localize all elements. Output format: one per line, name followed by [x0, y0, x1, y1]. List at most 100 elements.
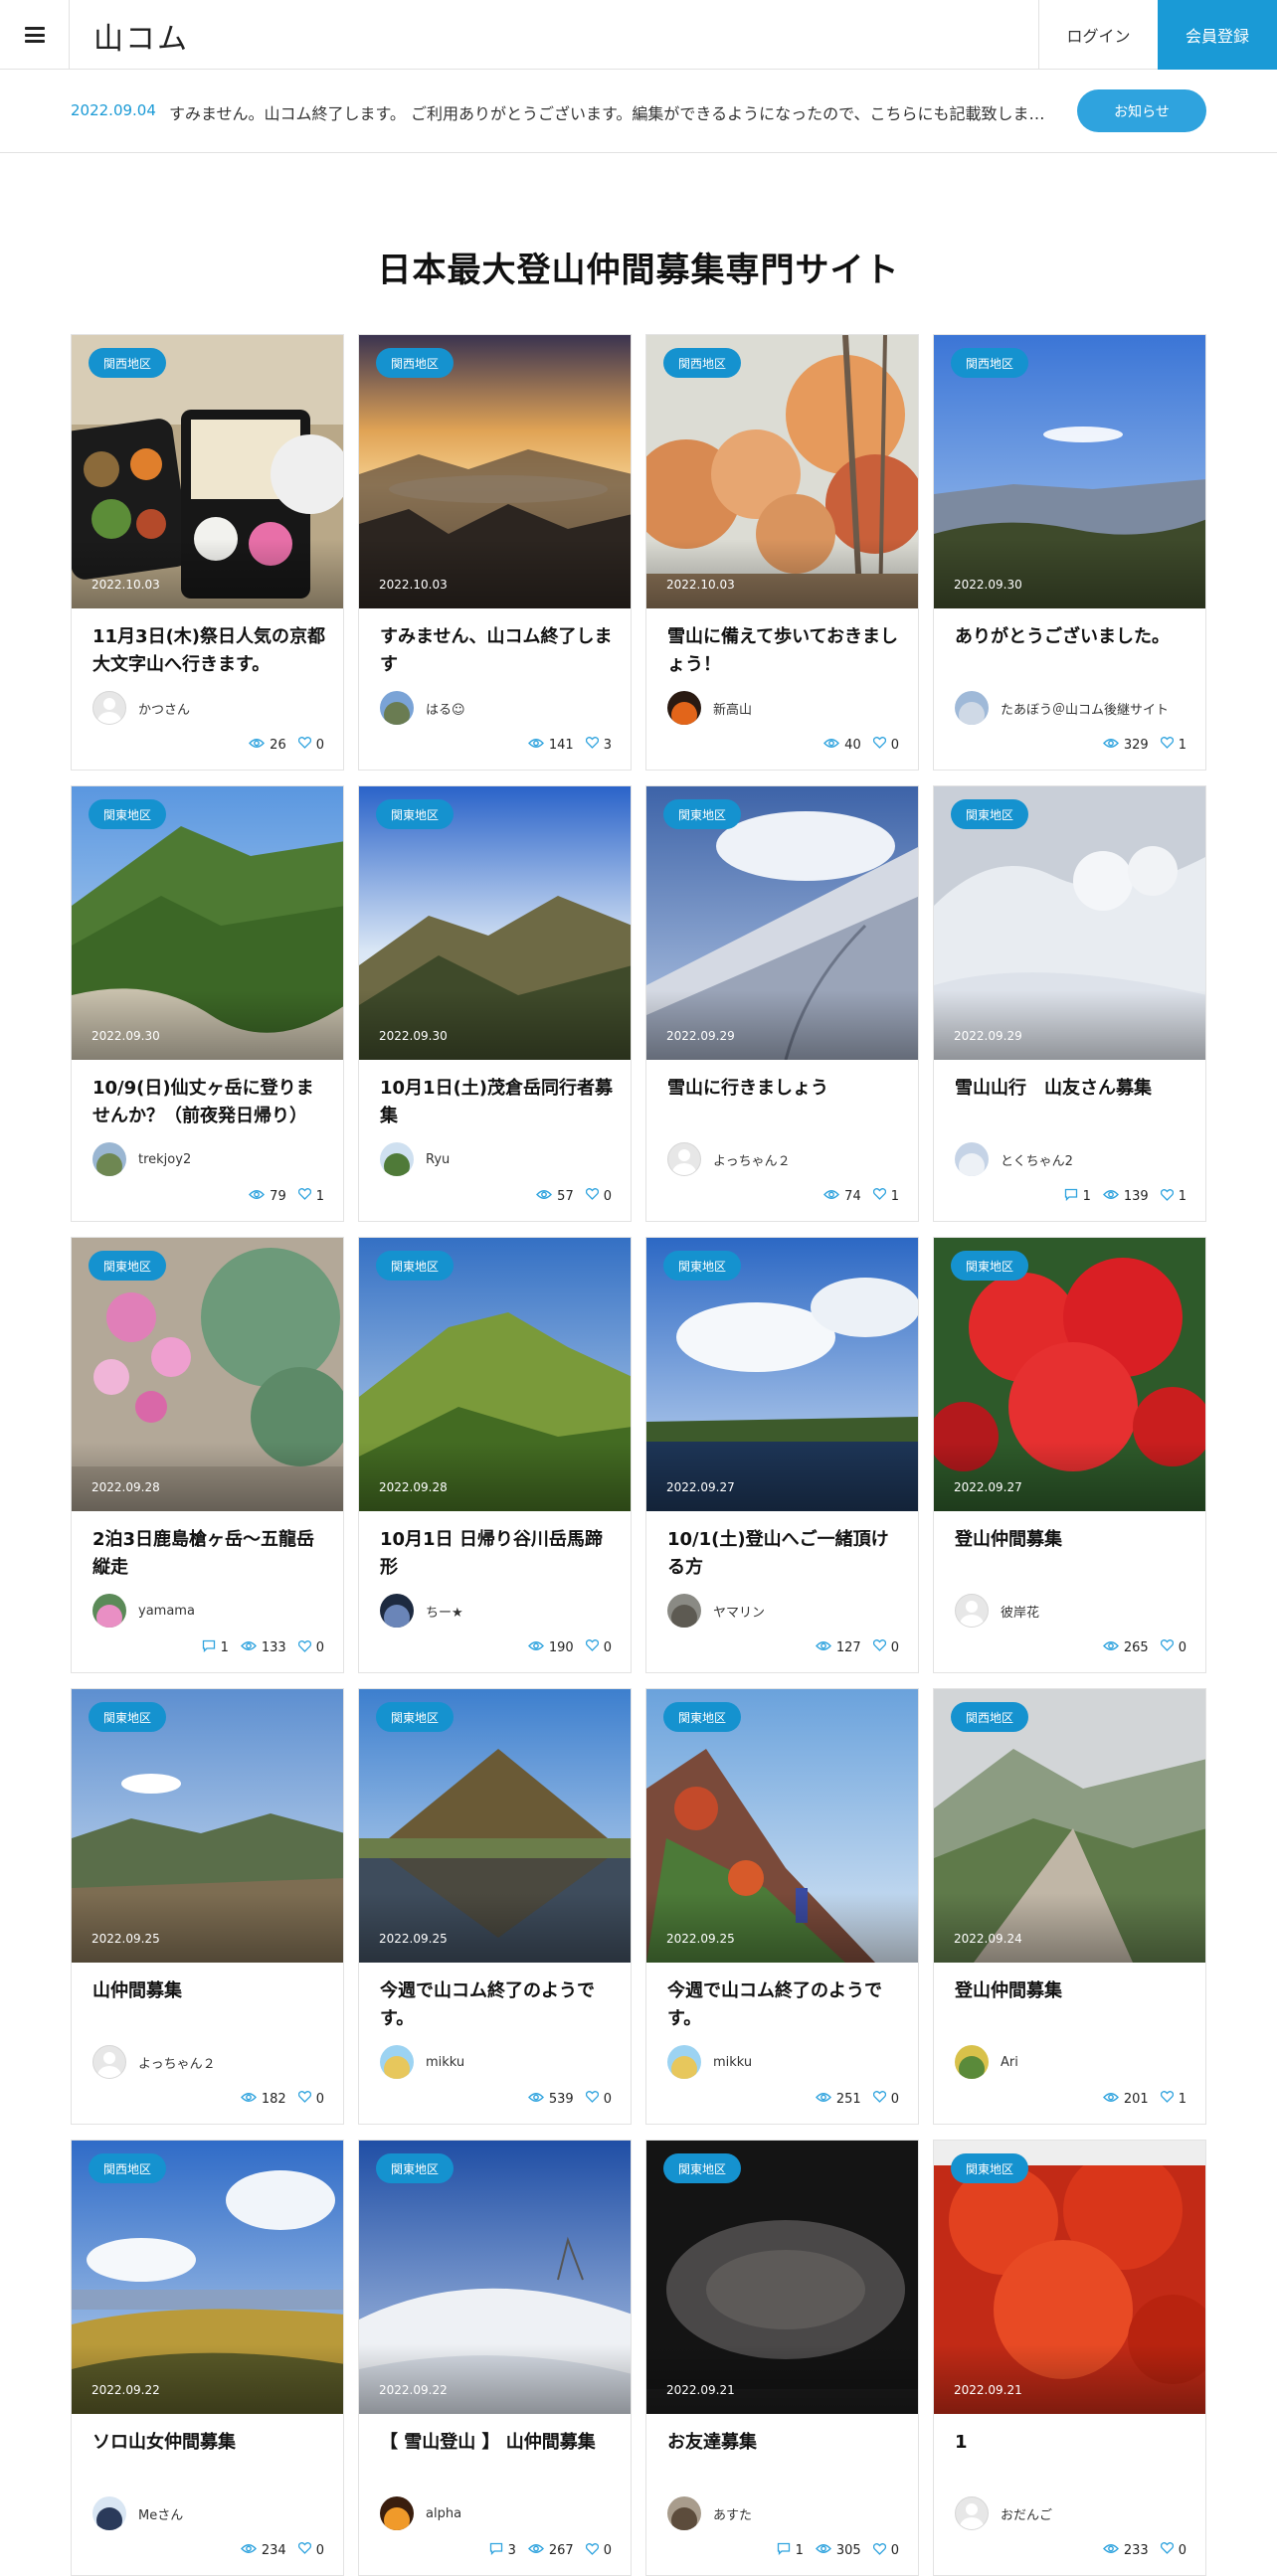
post-title[interactable]: 雪山に行きましょう: [667, 1075, 906, 1103]
post-card[interactable]: 関西地区 2022.10.03 雪山に備えて歩いておきましょう！ 新高山 40 …: [645, 334, 919, 771]
like-count[interactable]: 0: [585, 2091, 612, 2107]
post-card[interactable]: 関西地区 2022.10.03 すみません、山コム終了します はる☺ 141 3: [358, 334, 632, 771]
like-count[interactable]: 0: [297, 2542, 324, 2558]
region-badge[interactable]: 関東地区: [376, 799, 455, 829]
post-author[interactable]: ヤマリン: [667, 1594, 765, 1628]
post-title[interactable]: 10月1日 日帰り谷川岳馬蹄形: [380, 1526, 619, 1582]
post-title[interactable]: 雪山山行 山友さん募集: [955, 1075, 1193, 1103]
region-badge[interactable]: 関東地区: [89, 799, 167, 829]
post-title[interactable]: 今週で山コム終了のようです。: [380, 1977, 619, 2033]
post-author[interactable]: おだんご: [955, 2496, 1052, 2530]
notice-text[interactable]: すみません。山コム終了します。 ご利用ありがとうございます。編集ができるようにな…: [169, 100, 1052, 124]
region-badge[interactable]: 関西地区: [89, 348, 167, 378]
like-count[interactable]: 0: [872, 2091, 899, 2107]
post-title[interactable]: すみません、山コム終了します: [380, 623, 619, 679]
notices-button[interactable]: お知らせ: [1077, 89, 1206, 132]
post-author[interactable]: あすた: [667, 2496, 752, 2530]
post-author[interactable]: Meさん: [92, 2496, 183, 2530]
region-badge[interactable]: 関東地区: [89, 1702, 167, 1732]
region-badge[interactable]: 関東地区: [376, 1702, 455, 1732]
like-count[interactable]: 0: [297, 1639, 324, 1656]
region-badge[interactable]: 関東地区: [663, 799, 742, 829]
like-count[interactable]: 0: [585, 2542, 612, 2559]
region-badge[interactable]: 関東地区: [376, 2153, 455, 2183]
post-author[interactable]: 彼岸花: [955, 1594, 1039, 1628]
post-card[interactable]: 関東地区 2022.09.25 山仲間募集 よっちゃん２ 182 0: [71, 1688, 344, 2125]
post-author[interactable]: とくちゃん2: [955, 1142, 1073, 1176]
post-card[interactable]: 関東地区 2022.09.21 1 おだんご 233 0: [933, 2140, 1206, 2576]
post-card[interactable]: 関東地区 2022.09.28 2泊3日鹿島槍ヶ岳〜五龍岳縦走 yamama 1…: [71, 1237, 344, 1673]
post-title[interactable]: 10月1日(土)茂倉岳同行者募集: [380, 1075, 619, 1130]
like-count[interactable]: 1: [872, 1188, 899, 1204]
post-title[interactable]: 2泊3日鹿島槍ヶ岳〜五龍岳縦走: [92, 1526, 331, 1582]
region-badge[interactable]: 関西地区: [663, 348, 742, 378]
post-card[interactable]: 関東地区 2022.09.28 10月1日 日帰り谷川岳馬蹄形 ちー★ 190 …: [358, 1237, 632, 1673]
region-badge[interactable]: 関東地区: [89, 1251, 167, 1281]
region-badge[interactable]: 関東地区: [951, 799, 1029, 829]
like-count[interactable]: 1: [1160, 737, 1186, 753]
post-author[interactable]: alpha: [380, 2496, 461, 2530]
post-author[interactable]: Ari: [955, 2045, 1018, 2079]
region-badge[interactable]: 関東地区: [663, 1251, 742, 1281]
region-badge[interactable]: 関西地区: [89, 2153, 167, 2183]
like-count[interactable]: 0: [872, 2542, 899, 2559]
region-badge[interactable]: 関東地区: [663, 1702, 742, 1732]
post-author[interactable]: たあぼう＠山コム後継サイト: [955, 691, 1169, 725]
post-card[interactable]: 関西地区 2022.09.24 登山仲間募集 Ari 201 1: [933, 1688, 1206, 2125]
like-count[interactable]: 0: [1160, 1639, 1186, 1655]
post-title[interactable]: 10/9(日)仙丈ヶ岳に登りませんか？（前夜発日帰り）: [92, 1075, 331, 1130]
post-card[interactable]: 関西地区 2022.10.03 11月3日(木)祭日人気の京都大文字山へ行きます…: [71, 334, 344, 771]
post-author[interactable]: yamama: [92, 1594, 195, 1628]
region-badge[interactable]: 関西地区: [951, 348, 1029, 378]
region-badge[interactable]: 関東地区: [376, 1251, 455, 1281]
post-title[interactable]: 10/1(土)登山へご一緒頂ける方: [667, 1526, 906, 1582]
post-card[interactable]: 関東地区 2022.09.29 雪山山行 山友さん募集 とくちゃん2 1 139…: [933, 785, 1206, 1222]
login-button[interactable]: ログイン: [1038, 0, 1158, 70]
post-author[interactable]: trekjoy2: [92, 1142, 191, 1176]
post-card[interactable]: 関東地区 2022.09.21 お友達募集 あすた 1 305 0: [645, 2140, 919, 2576]
post-title[interactable]: お友達募集: [667, 2429, 906, 2457]
like-count[interactable]: 0: [872, 737, 899, 753]
region-badge[interactable]: 関東地区: [951, 1251, 1029, 1281]
register-button[interactable]: 会員登録: [1158, 0, 1277, 70]
post-card[interactable]: 関東地区 2022.09.25 今週で山コム終了のようです。 mikku 539…: [358, 1688, 632, 2125]
post-title[interactable]: 登山仲間募集: [955, 1526, 1193, 1554]
like-count[interactable]: 3: [585, 737, 612, 753]
post-card[interactable]: 関東地区 2022.09.30 10/9(日)仙丈ヶ岳に登りませんか？（前夜発日…: [71, 785, 344, 1222]
post-author[interactable]: Ryu: [380, 1142, 450, 1176]
post-card[interactable]: 関東地区 2022.09.25 今週で山コム終了のようです。 mikku 251…: [645, 1688, 919, 2125]
like-count[interactable]: 0: [585, 1639, 612, 1655]
like-count[interactable]: 0: [297, 2091, 324, 2107]
like-count[interactable]: 1: [1160, 1188, 1186, 1205]
like-count[interactable]: 0: [297, 737, 324, 753]
like-count[interactable]: 0: [1160, 2542, 1186, 2558]
menu-button[interactable]: [0, 0, 70, 70]
post-author[interactable]: はる☺: [380, 691, 465, 725]
post-card[interactable]: 関東地区 2022.09.22 【 雪山登山 】 山仲間募集 alpha 3 2…: [358, 2140, 632, 2576]
post-author[interactable]: 新高山: [667, 691, 752, 725]
post-title[interactable]: 山仲間募集: [92, 1977, 331, 2005]
post-card[interactable]: 関西地区 2022.09.30 ありがとうございました。 たあぼう＠山コム後継サ…: [933, 334, 1206, 771]
post-author[interactable]: よっちゃん２: [667, 1142, 791, 1176]
like-count[interactable]: 1: [297, 1188, 324, 1204]
post-author[interactable]: よっちゃん２: [92, 2045, 216, 2079]
post-card[interactable]: 関東地区 2022.09.27 10/1(土)登山へご一緒頂ける方 ヤマリン 1…: [645, 1237, 919, 1673]
like-count[interactable]: 0: [872, 1639, 899, 1655]
post-card[interactable]: 関西地区 2022.09.22 ソロ山女仲間募集 Meさん 234 0: [71, 2140, 344, 2576]
post-title[interactable]: 11月3日(木)祭日人気の京都大文字山へ行きます。: [92, 623, 331, 679]
post-title[interactable]: 今週で山コム終了のようです。: [667, 1977, 906, 2033]
post-author[interactable]: mikku: [380, 2045, 464, 2079]
region-badge[interactable]: 関東地区: [951, 2153, 1029, 2183]
post-author[interactable]: mikku: [667, 2045, 752, 2079]
post-title[interactable]: 1: [955, 2429, 1193, 2457]
region-badge[interactable]: 関西地区: [951, 1702, 1029, 1732]
post-title[interactable]: 登山仲間募集: [955, 1977, 1193, 2005]
region-badge[interactable]: 関西地区: [376, 348, 455, 378]
post-title[interactable]: ありがとうございました。: [955, 623, 1193, 651]
post-title[interactable]: 雪山に備えて歩いておきましょう！: [667, 623, 906, 679]
post-author[interactable]: ちー★: [380, 1594, 463, 1628]
post-card[interactable]: 関東地区 2022.09.30 10月1日(土)茂倉岳同行者募集 Ryu 57 …: [358, 785, 632, 1222]
post-card[interactable]: 関東地区 2022.09.27 登山仲間募集 彼岸花 265 0: [933, 1237, 1206, 1673]
site-logo[interactable]: 山コム: [93, 14, 189, 58]
post-title[interactable]: 【 雪山登山 】 山仲間募集: [380, 2429, 619, 2457]
